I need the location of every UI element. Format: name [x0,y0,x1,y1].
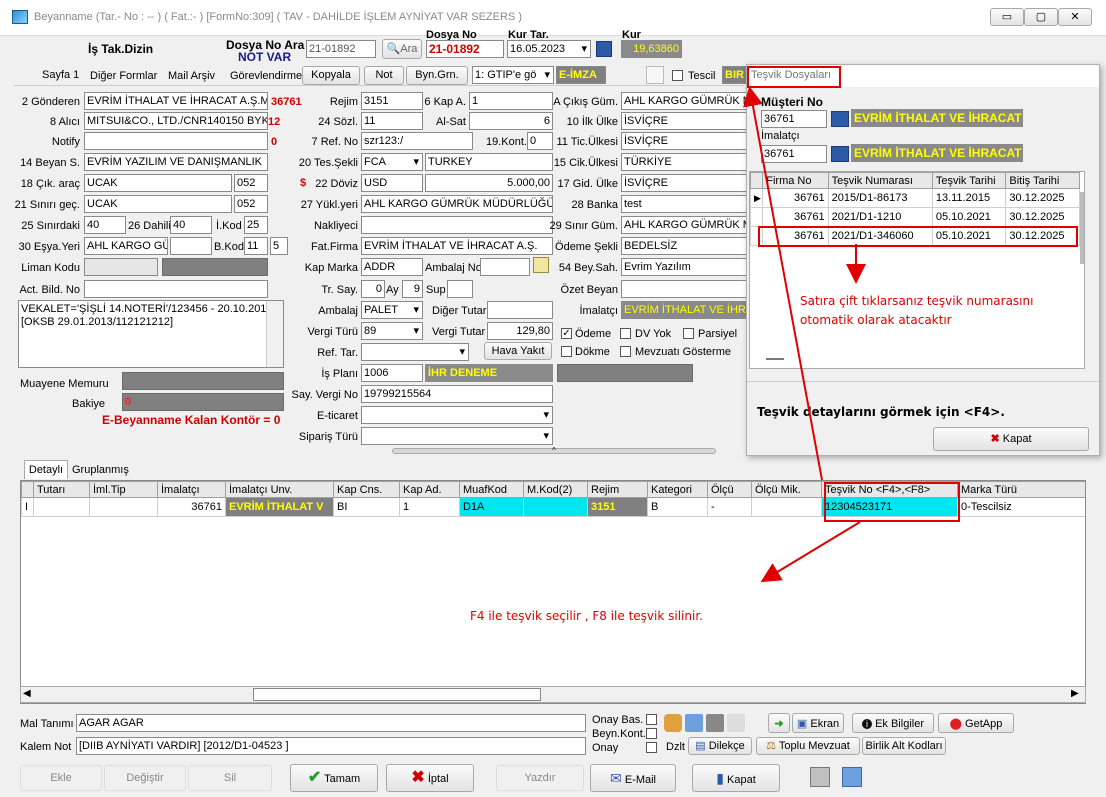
arrow-to-f4f8-annotation [760,521,861,583]
arrow-to-popup-title [743,86,823,481]
annotation-arrows [743,86,866,583]
